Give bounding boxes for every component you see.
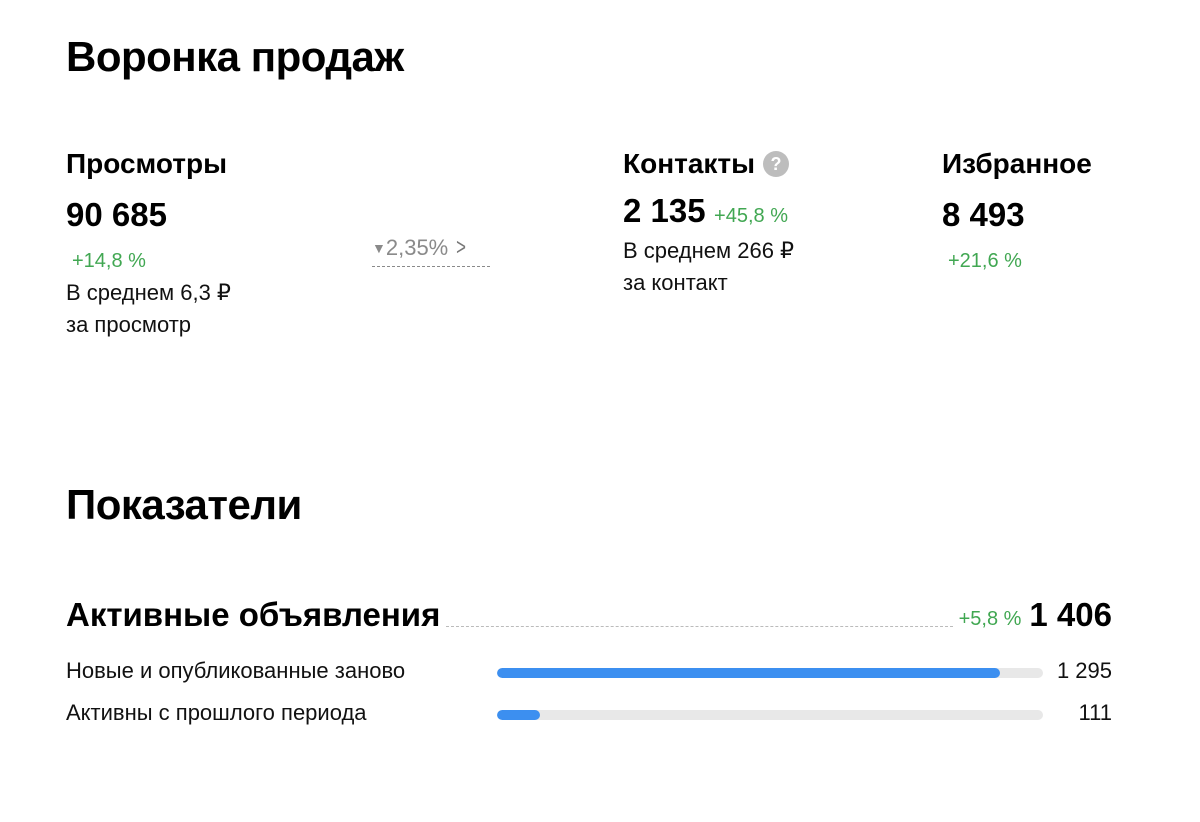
views-value: 90 685 xyxy=(66,196,167,233)
active-listings-row[interactable]: Активные объявления +5,8 % 1 406 xyxy=(66,598,1112,631)
funnel-title: Воронка продаж xyxy=(66,33,404,80)
breakdown-row-label: Активны с прошлого периода xyxy=(66,700,367,725)
favorites-delta: +21,6 % xyxy=(948,250,1022,272)
active-listings-label: Активные объявления xyxy=(66,596,441,633)
favorites-value: 8 493 xyxy=(942,196,1025,233)
help-icon[interactable]: ? xyxy=(763,151,790,177)
dotted-leader xyxy=(446,626,953,627)
favorites-label: Избранное xyxy=(942,148,1092,179)
contacts-label: Контакты xyxy=(623,148,756,179)
breakdown-progress-bar xyxy=(497,710,1043,720)
breakdown-progress-bar xyxy=(497,668,1043,678)
breakdown-row-label: Новые и опубликованные заново xyxy=(66,658,406,683)
views-avg-line2: за просмотр xyxy=(66,312,192,337)
views-delta: +14,8 % xyxy=(72,250,146,272)
contacts-avg-cost: В среднем 266 ₽ за контакт xyxy=(623,235,794,299)
contacts-value-row: 2 135 +45,8 % xyxy=(623,194,794,227)
contacts-delta: +45,8 % xyxy=(714,205,788,227)
breakdown-progress-fill xyxy=(497,668,1000,678)
active-listings-delta: +5,8 % xyxy=(958,608,1022,630)
views-avg-cost: В среднем 6,3 ₽ за просмотр xyxy=(66,277,231,341)
contacts-avg-line1: В среднем 266 ₽ xyxy=(623,238,795,263)
funnel-icon: ▼ xyxy=(372,240,386,256)
contacts-value: 2 135 xyxy=(623,192,706,229)
conversion-link[interactable]: ▼2,35% > xyxy=(372,236,490,267)
views-block: Просмотры 90 685 +14,8 % В среднем 6,3 ₽… xyxy=(66,150,231,341)
breakdown-row-value: 111 xyxy=(1078,700,1112,725)
views-avg-line1: В среднем 6,3 ₽ xyxy=(66,280,231,305)
contacts-block: Контакты? 2 135 +45,8 % В среднем 266 ₽ … xyxy=(623,150,794,299)
views-label: Просмотры xyxy=(66,148,228,179)
conversion-value: 2,35% xyxy=(385,235,449,260)
contacts-avg-line2: за контакт xyxy=(623,270,728,295)
active-listings-value: 1 406 xyxy=(1029,596,1112,633)
indicators-title: Показатели xyxy=(66,481,302,528)
breakdown-row-value: 1 295 xyxy=(1056,658,1112,683)
chevron-right-icon: > xyxy=(456,234,467,261)
favorites-block: Избранное 8 493 +21,6 % xyxy=(942,148,1092,272)
breakdown-progress-fill xyxy=(497,710,541,720)
contacts-label-row: Контакты? xyxy=(623,150,794,178)
